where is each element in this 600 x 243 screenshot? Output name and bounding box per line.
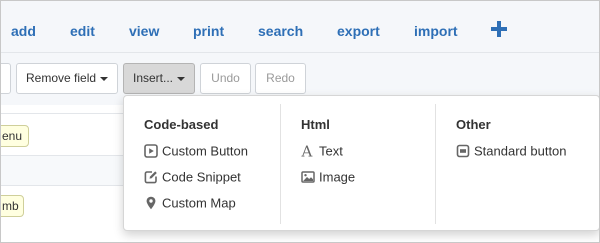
nav-add[interactable]: add [11,23,36,39]
menu-column-html: Html A Text Image [281,96,435,232]
field-chip-label: enu [2,129,23,143]
nav-search[interactable]: search [258,23,303,39]
menu-item-text[interactable]: A Text [301,141,343,161]
menu-item-custom-button[interactable]: Custom Button [144,141,248,161]
insert-dropdown-menu: Code-based Custom Button Code Snippet Cu… [123,95,599,232]
field-chip-label: mb [2,199,19,213]
menu-item-custom-map[interactable]: Custom Map [144,193,236,213]
svg-text:A: A [301,144,313,158]
font-icon: A [301,144,315,158]
undo-button[interactable]: Undo [200,63,251,94]
map-marker-icon [144,196,158,210]
menu-item-standard-button[interactable]: Standard button [456,141,567,161]
picture-icon [301,170,315,184]
menu-column-code-based: Code-based Custom Button Code Snippet Cu… [124,96,280,232]
nav-import[interactable]: import [414,23,458,39]
nav-view[interactable]: view [129,23,159,39]
menu-item-image[interactable]: Image [301,167,355,187]
chevron-down-icon [100,76,109,81]
nav-export[interactable]: export [337,23,380,39]
menu-item-code-snippet[interactable]: Code Snippet [144,167,241,187]
top-nav: add edit view print search export import [1,1,599,53]
redo-button[interactable]: Redo [255,63,306,94]
insert-label: Insert... [133,71,174,85]
chevron-down-icon [177,76,186,81]
menu-column-header: Html [301,117,330,132]
menu-column-header: Other [456,117,491,132]
menu-column-other: Other Standard button [436,96,599,232]
button-icon [456,144,470,158]
field-chip[interactable]: enu [1,125,29,147]
nav-edit[interactable]: edit [70,23,95,39]
nav-print[interactable]: print [193,23,224,39]
play-square-icon [144,143,158,158]
insert-button[interactable]: Insert... [123,63,196,94]
edit-icon [144,170,158,184]
remove-field-button[interactable]: Remove field [16,63,119,94]
field-chip[interactable]: mb [1,195,24,217]
toolbar-button-partial[interactable] [1,63,11,94]
app-window: add edit view print search export import… [0,0,600,243]
plus-icon[interactable] [490,20,508,38]
remove-field-label: Remove field [26,71,97,85]
menu-column-header: Code-based [144,117,219,132]
